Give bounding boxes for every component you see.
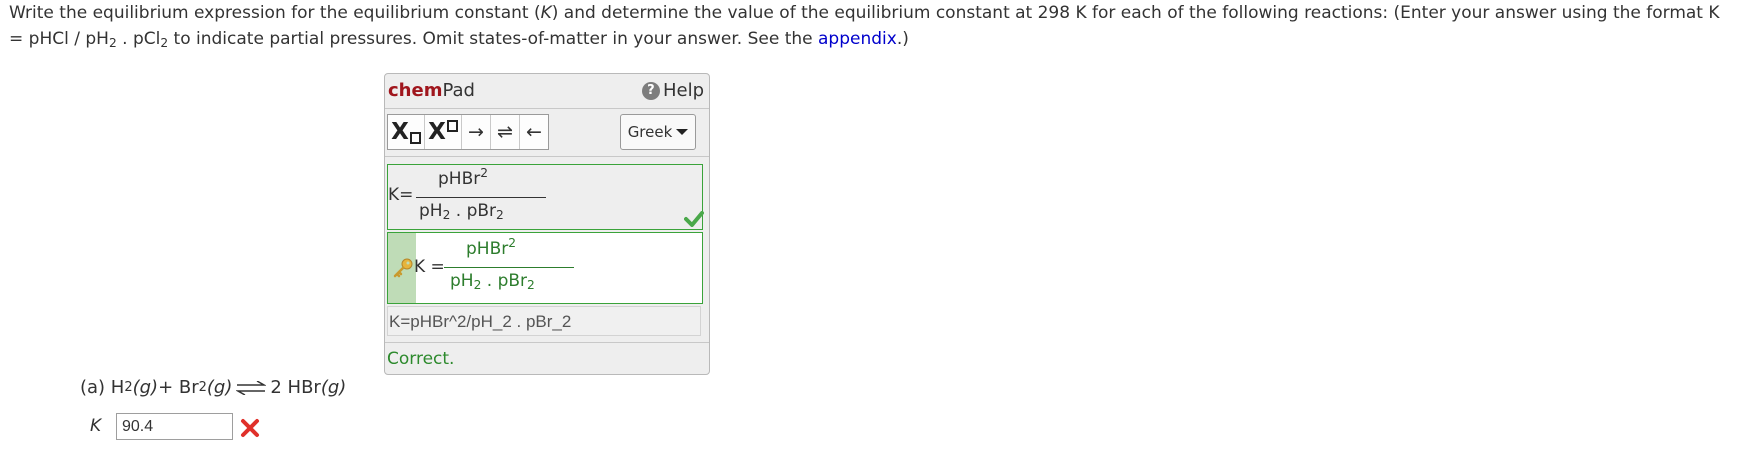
divider: [385, 156, 709, 157]
superscript-button[interactable]: X: [425, 115, 462, 149]
instructions: Write the equilibrium expression for the…: [9, 3, 1720, 50]
check-icon: [684, 211, 704, 227]
chempad-panel: chemPad ? Help X X → ⇌ ← Greek K= pHBr2 …: [384, 73, 710, 375]
k-value-input[interactable]: 90.4: [116, 413, 233, 440]
fraction-bar: [416, 197, 546, 198]
key-numerator: pHBr2: [466, 236, 517, 259]
equilibrium-arrow-button[interactable]: ⇌: [491, 115, 520, 149]
answer-display: K= pHBr2 pH2 . pBr2: [387, 164, 704, 230]
chempad-title: chemPad: [388, 80, 475, 101]
greek-dropdown[interactable]: Greek: [620, 114, 696, 150]
reaction-a: (a) H 2 (g) + Br 2 (g) 2 HBr (g): [80, 377, 347, 398]
toolbar: X X → ⇌ ←: [387, 114, 549, 150]
arrow-left-button[interactable]: ←: [520, 115, 548, 149]
arrow-right-button[interactable]: →: [462, 115, 491, 149]
appendix-link[interactable]: appendix: [818, 29, 897, 49]
incorrect-x-icon: [241, 419, 259, 437]
subscript-button[interactable]: X: [388, 115, 425, 149]
divider: [385, 108, 709, 109]
answer-denominator: pH2 . pBr2: [419, 201, 504, 222]
key-icon: [393, 258, 413, 278]
key-k: K =: [414, 257, 445, 277]
equilibrium-arrow-icon: [236, 380, 267, 395]
status-correct: Correct.: [387, 349, 455, 369]
help-button[interactable]: ? Help: [641, 80, 704, 101]
divider: [385, 342, 709, 343]
answer-k: K=: [388, 185, 414, 205]
chevron-down-icon: [676, 129, 689, 135]
key-denominator: pH2 . pBr2: [450, 271, 535, 292]
question-icon: ?: [641, 81, 660, 100]
fraction-bar: [444, 267, 574, 268]
k-label: K: [90, 416, 102, 436]
help-label: Help: [662, 80, 704, 101]
answer-key-display: K = pHBr2 pH2 . pBr2: [387, 232, 703, 304]
answer-numerator: pHBr2: [438, 166, 489, 189]
raw-expression-field[interactable]: K=pHBr^2/pH_2 . pBr_2: [387, 306, 701, 336]
